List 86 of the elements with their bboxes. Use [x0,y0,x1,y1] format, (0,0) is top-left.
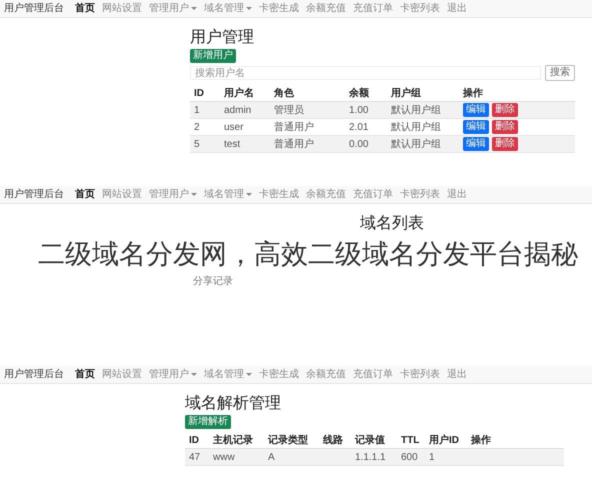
column-header: ID [188,434,200,448]
nav-link[interactable]: 域名管理 [204,367,252,382]
nav-link[interactable]: 退出 [447,1,467,16]
caret-icon [191,373,197,376]
table-cell-text: 默认用户组 [390,138,442,152]
table-cell-text: 5 [193,138,201,152]
edit-button[interactable]: 编辑 [463,103,489,117]
table-cell-text: 1 [428,450,436,464]
column-header: 角色 [272,86,295,101]
column-header: 操作 [462,86,484,101]
column-header: 余额 [348,86,370,101]
nav-link[interactable]: 网站设置 [102,187,142,202]
nav-link[interactable]: 充值订单 [353,187,393,202]
delete-button[interactable]: 删除 [492,120,518,134]
nav-link[interactable]: 充值订单 [353,367,393,382]
page-title: 用户管理 [190,30,254,46]
add-record-button[interactable]: 新增解析 [185,415,231,429]
nav-link[interactable]: 余额充值 [306,1,346,16]
table-cell-text: 2.01 [348,120,370,134]
nav-link[interactable]: 域名管理 [204,1,252,16]
navbar-brand[interactable]: 用户管理后台 [4,367,64,382]
delete-button[interactable]: 删除 [492,103,518,117]
page-title: 域名解析管理 [185,396,281,412]
table-cell-text: 默认用户组 [390,120,442,134]
nav-link[interactable]: 首页 [75,187,95,202]
table-cell-text: 1 [193,104,201,118]
nav-link[interactable]: 退出 [447,187,467,202]
nav-link[interactable]: 卡密生成 [259,1,299,16]
caret-icon [246,7,252,10]
column-header: 操作 [470,434,492,448]
table-cell-text: 0.00 [348,138,370,152]
nav-link[interactable]: 退出 [447,367,467,382]
table-cell-text: 47 [188,450,202,464]
page-title: 域名列表 [360,216,425,232]
column-header: 用户名 [223,86,255,101]
delete-button[interactable]: 删除 [492,137,518,151]
table-cell-text: user [223,120,244,134]
table-cell-text: 1.00 [348,104,370,118]
table-cell-text: 默认用户组 [390,104,442,118]
search-field[interactable]: 搜索用户名 [190,66,541,80]
nav-link[interactable]: 管理用户 [149,187,197,202]
nav-link[interactable]: 域名管理 [204,187,252,202]
navbar-brand[interactable]: 用户管理后台 [4,1,64,16]
column-header: 线路 [322,434,344,448]
table-cell-text: admin [223,104,252,118]
column-header: 记录值 [354,434,386,448]
table-cell-text: A [267,450,276,464]
add-user-button[interactable]: 新增用户 [190,49,236,63]
nav-link[interactable]: 卡密列表 [400,367,440,382]
column-header: 记录类型 [266,434,309,448]
table-cell-text: test [223,138,242,152]
caret-icon [246,373,252,376]
nav-link[interactable]: 余额充值 [306,367,346,382]
table-cell-text: 1.1.1.1 [354,450,387,464]
caret-icon [246,193,252,196]
table-cell-text: 2 [193,120,201,134]
nav-link[interactable]: 首页 [75,1,95,16]
nav-link[interactable]: 管理用户 [149,1,197,16]
nav-link[interactable]: 网站设置 [102,1,142,16]
caret-icon [191,193,197,196]
edit-button[interactable]: 编辑 [463,137,489,151]
edit-button[interactable]: 编辑 [463,120,489,134]
table-cell-text: www [212,450,236,464]
table-cell-text: 管理员 [273,104,305,118]
navbar-brand[interactable]: 用户管理后台 [4,187,64,202]
nav-link[interactable]: 余额充值 [306,187,346,202]
nav-link[interactable]: 卡密列表 [400,1,440,16]
column-header: TTL [400,434,420,448]
column-header: 用户ID [428,433,460,448]
nav-link[interactable]: 网站设置 [102,367,142,382]
table-cell-text: 普通用户 [273,120,315,134]
table-cell-text: 普通用户 [273,138,315,152]
nav-link[interactable]: 充值订单 [353,1,393,16]
search-button[interactable]: 搜索 [545,65,575,81]
column-header: 用户组 [390,86,422,101]
column-header: 主机记录 [212,433,254,448]
column-header: ID [193,87,205,101]
nav-link[interactable]: 管理用户 [149,367,197,382]
table-cell-text: 600 [400,450,419,464]
caret-icon [191,7,197,10]
nav-link[interactable]: 卡密生成 [259,187,299,202]
note-text: 分享记录 [193,274,234,289]
nav-link[interactable]: 卡密列表 [400,187,440,202]
nav-link[interactable]: 首页 [75,367,95,382]
nav-link[interactable]: 卡密生成 [259,367,299,382]
headline: 二级域名分发网，高效二级域名分发平台揭秘 [38,241,579,268]
